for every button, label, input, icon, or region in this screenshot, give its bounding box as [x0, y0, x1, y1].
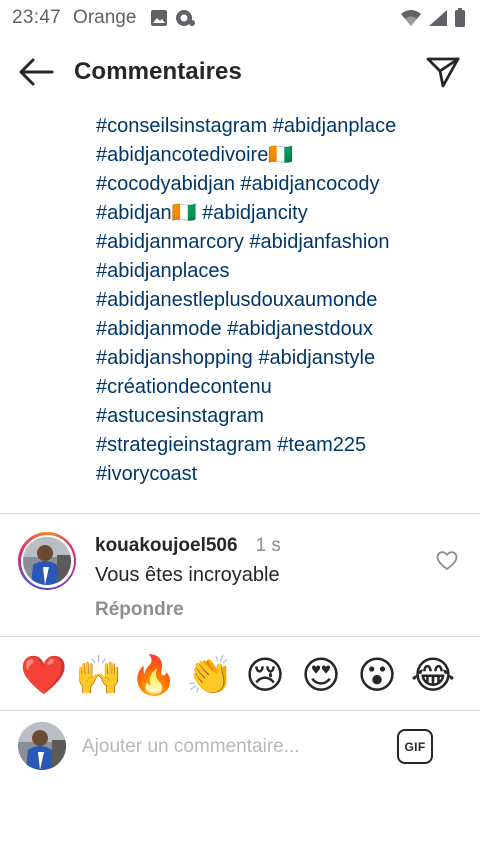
status-carrier: Orange [73, 7, 137, 28]
comment-text: Vous êtes incroyable [95, 564, 280, 586]
fire-emoji[interactable]: 🔥 [130, 652, 177, 698]
paper-plane-icon [426, 57, 460, 88]
hashtag-line[interactable]: #astucesinstagram [96, 402, 466, 431]
clapping-emoji[interactable]: 👏 [186, 652, 233, 698]
heart-eyes-emoji[interactable]: 😍 [298, 652, 344, 698]
avatar-ring-inner [20, 534, 74, 588]
status-notification-icons [150, 8, 196, 28]
hashtag-line[interactable]: #cocodyabidjan #abidjancocody [96, 170, 466, 199]
divider [0, 513, 480, 514]
battery-icon [455, 8, 465, 27]
divider [0, 710, 480, 711]
arrow-left-icon [19, 58, 54, 86]
hashtag-line[interactable]: #abidjanplaces [96, 257, 466, 286]
back-button[interactable] [16, 56, 56, 88]
hashtag-line[interactable]: #strategieinstagram #team225 [96, 431, 466, 460]
comment-item: kouakoujoel506 1 s Vous êtes incroyable … [0, 516, 480, 636]
hashtag-list: #conseilsinstagram #abidjanplace #abidjan… [96, 112, 466, 489]
comment-header: kouakoujoel506 1 s [95, 535, 281, 557]
hashtag-line[interactable]: #conseilsinstagram #abidjanplace [96, 112, 466, 141]
gif-button[interactable]: GIF [397, 729, 433, 764]
status-system-icons [400, 8, 466, 28]
hashtag-line[interactable]: #abidjanmode #abidjanestdoux [96, 315, 466, 344]
post-caption: #conseilsinstagram #abidjanplace #abidjan… [0, 100, 480, 510]
hashtag-line[interactable]: #abidjanshopping #abidjanstyle [96, 344, 466, 373]
header: Commentaires [0, 44, 480, 100]
chat-sync-icon [176, 10, 196, 26]
comment-composer: GIF [0, 712, 480, 782]
avatar [23, 537, 71, 585]
reply-button[interactable]: Répondre [95, 599, 184, 621]
story-ring[interactable] [18, 532, 76, 590]
comment-username[interactable]: kouakoujoel506 [95, 535, 238, 557]
status-time: 23:47 [12, 7, 62, 28]
hashtag-line[interactable]: #abidjan🇨🇮 #abidjancity [96, 199, 466, 228]
page-title: Commentaires [74, 58, 242, 85]
current-user-avatar [18, 722, 66, 770]
crying-emoji[interactable]: 😢 [242, 652, 288, 698]
signal-icon [429, 10, 447, 26]
hashtag-line[interactable]: #abidjanestleplusdouxaumonde [96, 286, 466, 315]
image-icon [151, 10, 168, 26]
hashtag-line[interactable]: #abidjanmarcory #abidjanfashion [96, 228, 466, 257]
laughing-emoji[interactable]: 😂 [410, 652, 456, 698]
comment-timestamp: 1 s [255, 535, 281, 556]
divider [0, 636, 480, 637]
status-bar: 23:47 Orange [0, 0, 480, 36]
heart-emoji[interactable]: ❤️ [20, 652, 67, 698]
hashtag-line[interactable]: #abidjancotedivoire🇨🇮 [96, 141, 466, 170]
comment-input[interactable] [82, 732, 372, 762]
wifi-icon [401, 10, 421, 26]
like-button[interactable] [436, 550, 458, 572]
heart-outline-icon [436, 551, 458, 570]
emoji-quick-bar: ❤️ 🙌 🔥 👏 😢 😍 😮 😂 [0, 646, 480, 704]
surprised-emoji[interactable]: 😮 [354, 652, 400, 698]
raising-hands-emoji[interactable]: 🙌 [75, 652, 122, 698]
hashtag-line[interactable]: #créationdecontenu [96, 373, 466, 402]
share-button[interactable] [424, 54, 462, 90]
hashtag-line[interactable]: #ivorycoast [96, 460, 466, 489]
